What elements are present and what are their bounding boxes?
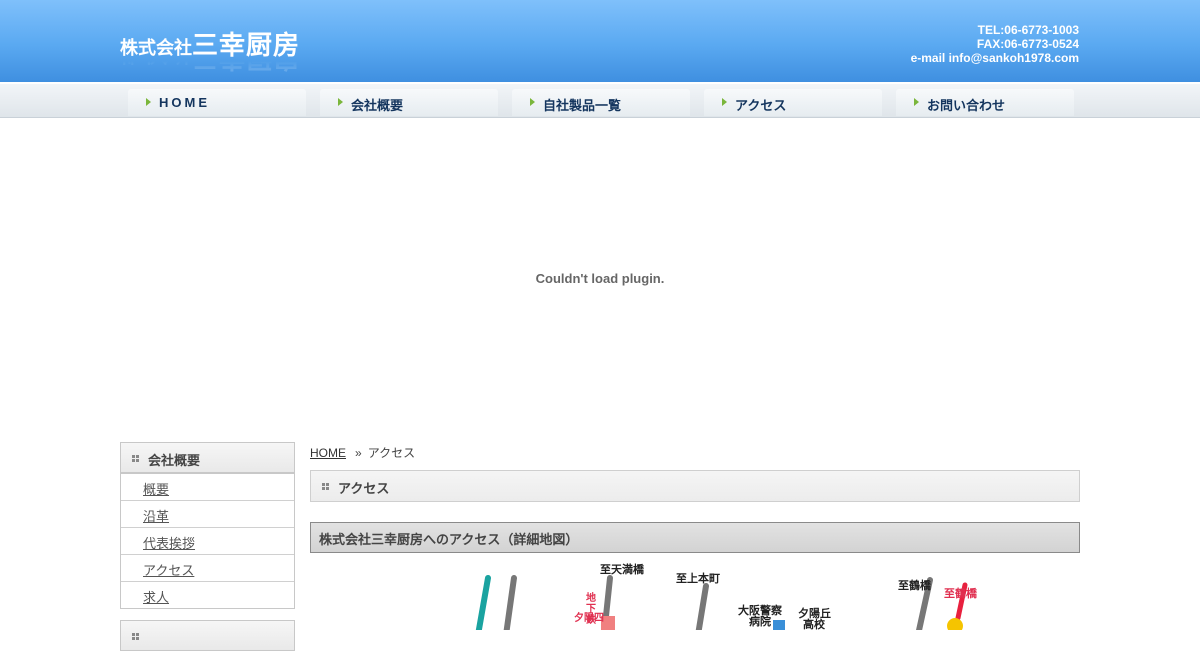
map-label-high-school: 高校 xyxy=(803,618,825,631)
nav-home-label: HOME xyxy=(159,95,210,110)
nav-access-label: アクセス xyxy=(735,99,787,114)
breadcrumb-home-link[interactable]: HOME xyxy=(310,446,346,460)
sidebar-item-access[interactable]: アクセス xyxy=(121,554,294,581)
arrow-right-icon xyxy=(146,98,151,106)
nav-contact-label: お問い合わせ xyxy=(927,99,1006,114)
page-title-bar: アクセス xyxy=(310,470,1080,502)
logo-prefix: 株式会社 xyxy=(120,38,192,59)
sidebar-item-history[interactable]: 沿革 xyxy=(121,500,294,527)
sidebar-heading-2 xyxy=(120,620,295,651)
arrow-right-icon xyxy=(338,98,343,106)
hospital-icon xyxy=(773,620,785,630)
nav-company[interactable]: 会社概要 xyxy=(320,89,498,116)
sidebar-item-greeting[interactable]: 代表挨拶 xyxy=(121,527,294,554)
fax-number: FAX:06-6773-0524 xyxy=(976,37,1079,51)
sidebar-heading: 会社概要 xyxy=(120,442,295,473)
page-title: アクセス xyxy=(338,482,390,497)
site-header: 株式会社三幸厨房 株式会社三幸厨房 TEL:06-6773-1003 FAX:0… xyxy=(0,0,1200,82)
sidebar-link[interactable]: 概要 xyxy=(143,479,169,498)
map-label-tsuruhashi: 至鶴橋 xyxy=(898,579,931,592)
arrow-right-icon xyxy=(914,98,919,106)
teal-road xyxy=(475,575,491,630)
grid-bullet-icon xyxy=(132,633,139,640)
sidebar-link[interactable]: 求人 xyxy=(143,587,169,606)
grid-bullet-icon xyxy=(132,455,139,462)
contact-info: TEL:06-6773-1003 FAX:06-6773-0524 e-mail… xyxy=(911,23,1079,65)
map-label-uehonmachi: 至上本町 xyxy=(676,572,720,585)
yellow-marker xyxy=(947,618,963,630)
breadcrumb: HOME » アクセス xyxy=(310,442,1080,464)
nav-home[interactable]: HOME xyxy=(128,89,306,116)
sidebar-item-overview[interactable]: 概要 xyxy=(121,473,294,500)
sidebar-item-recruit[interactable]: 求人 xyxy=(121,581,294,608)
gray-road xyxy=(503,575,517,630)
sidebar-link[interactable]: 沿革 xyxy=(143,506,169,525)
sidebar-heading-label: 会社概要 xyxy=(148,454,201,469)
plugin-error-message: Couldn't load plugin. xyxy=(535,271,665,286)
nav-products[interactable]: 自社製品一覧 xyxy=(512,89,690,116)
breadcrumb-current: アクセス xyxy=(367,446,416,460)
logo-name: 三幸厨房 xyxy=(192,31,301,61)
grid-bullet-icon xyxy=(322,483,329,490)
nav-products-label: 自社製品一覧 xyxy=(543,99,622,114)
section-heading: 株式会社三幸厨房へのアクセス（詳細地図） xyxy=(310,522,1080,553)
nav-company-label: 会社概要 xyxy=(351,99,404,114)
nav-contact[interactable]: お問い合わせ xyxy=(896,89,1074,116)
email-address[interactable]: e-mail info@sankoh1978.com xyxy=(911,51,1079,65)
arrow-right-icon xyxy=(722,98,727,106)
company-logo[interactable]: 株式会社三幸厨房 株式会社三幸厨房 xyxy=(120,30,301,72)
tel-number: TEL:06-6773-1003 xyxy=(977,23,1079,37)
section-heading-label: 株式会社三幸厨房へのアクセス（詳細地図） xyxy=(319,533,579,548)
map-label-hospital: 病院 xyxy=(749,615,771,628)
sidebar-list: 概要 沿革 代表挨拶 アクセス 求人 xyxy=(120,473,295,609)
access-map: 至天満橋 至上本町 地下鉄 夕陽四 大阪警察 病院 夕陽丘 高校 至鶴橋 至鶴橋 xyxy=(310,560,1080,630)
breadcrumb-separator: » xyxy=(355,446,362,460)
arrow-right-icon xyxy=(530,98,535,106)
map-label-tsuruhashi-red: 至鶴橋 xyxy=(944,587,977,600)
sidebar-link[interactable]: 代表挨拶 xyxy=(143,533,195,552)
main-content: HOME » アクセス アクセス 株式会社三幸厨房へのアクセス（詳細地図） xyxy=(310,442,1080,553)
sidebar-link[interactable]: アクセス xyxy=(143,560,194,579)
global-nav: HOME 会社概要 自社製品一覧 アクセス お問い合わせ xyxy=(0,82,1200,118)
map-label-station: 夕陽四 xyxy=(574,613,604,624)
sidebar: 会社概要 概要 沿革 代表挨拶 アクセス 求人 xyxy=(120,442,295,651)
nav-access[interactable]: アクセス xyxy=(704,89,882,116)
map-label-tenmabashi: 至天満橋 xyxy=(600,563,644,576)
gray-road xyxy=(695,583,709,630)
